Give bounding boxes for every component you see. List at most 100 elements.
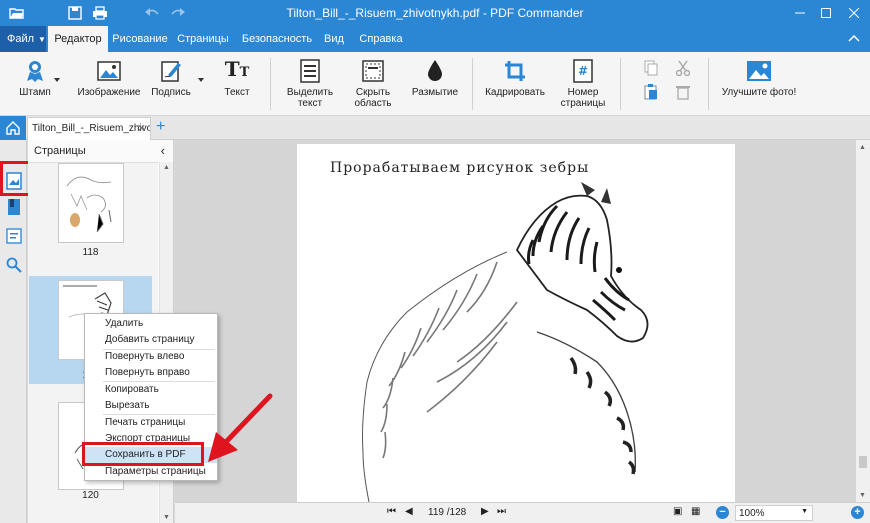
maximize-button[interactable]	[815, 3, 837, 23]
text-button[interactable]: TT Текст	[216, 58, 258, 114]
grid-view-icon[interactable]: ▦	[691, 506, 700, 517]
notes-icon[interactable]	[5, 227, 23, 245]
hide-area-icon	[360, 58, 386, 84]
page-number-label-line2: страницы	[560, 98, 606, 109]
select-text-label-line1: Выделить	[286, 87, 334, 98]
collapse-ribbon-icon[interactable]	[846, 31, 862, 47]
file-menu-button[interactable]: Файл ▼	[0, 26, 46, 52]
close-tab-icon[interactable]: ✕	[137, 122, 146, 135]
hide-area-label-line2: область	[354, 98, 392, 109]
page-label: 120	[82, 490, 99, 501]
scissors-icon[interactable]	[675, 60, 691, 79]
select-text-label-line2: текст	[297, 98, 323, 109]
signature-dropdown-icon[interactable]	[198, 78, 204, 82]
tab-drawing[interactable]: Рисование	[110, 26, 170, 52]
ribbon-separator	[270, 58, 271, 110]
document-tab[interactable]: Tilton_Bill_-_Risuem_zhivo ✕	[27, 117, 151, 140]
add-tab-button[interactable]: +	[156, 119, 165, 135]
image-button[interactable]: Изображение	[76, 58, 142, 114]
stamp-dropdown-icon[interactable]	[54, 78, 60, 82]
zoom-out-button[interactable]: −	[716, 506, 729, 519]
tab-view[interactable]: Вид	[320, 26, 348, 52]
svg-text:#: #	[578, 64, 588, 78]
zebra-illustration	[362, 182, 649, 502]
improve-photo-button[interactable]: Улучшите фото!	[720, 58, 798, 114]
menu-item-page-settings[interactable]: Параметры страницы	[85, 464, 217, 480]
page-heading: Прорабатываем рисунок зебры	[330, 160, 590, 176]
menu-item-copy[interactable]: Копировать	[85, 382, 217, 398]
crop-button[interactable]: Кадрировать	[482, 58, 548, 114]
menu-item-print-page[interactable]: Печать страницы	[85, 415, 217, 431]
ribbon-separator	[620, 58, 621, 110]
menu-item-delete[interactable]: Удалить	[85, 316, 217, 332]
select-text-icon	[297, 58, 323, 84]
annotation-arrow-icon	[208, 393, 273, 462]
text-label: Текст	[224, 87, 250, 98]
collapse-panel-icon[interactable]: ‹	[161, 140, 165, 162]
menu-item-add-page[interactable]: Добавить страницу	[85, 332, 217, 348]
signature-icon	[158, 58, 184, 84]
home-button[interactable]	[0, 116, 26, 140]
crop-label: Кадрировать	[485, 87, 545, 98]
page-label: 118	[82, 247, 99, 258]
menu-item-cut[interactable]: Вырезать	[85, 398, 217, 414]
stamp-button[interactable]: Штамп	[12, 58, 58, 114]
ribbon-separator	[472, 58, 473, 110]
pages-panel-title: Страницы	[34, 145, 86, 157]
copy-icon[interactable]	[644, 60, 658, 79]
page-number-icon: #	[570, 58, 596, 84]
scrollbar-thumb[interactable]	[859, 456, 867, 468]
tab-help[interactable]: Справка	[358, 26, 404, 52]
document-scrollbar[interactable]: ▲ ▼	[856, 140, 870, 502]
close-window-button[interactable]	[843, 3, 865, 23]
stamp-icon	[22, 58, 48, 84]
menu-item-rotate-left[interactable]: Повернуть влево	[85, 349, 217, 365]
image-icon	[96, 58, 122, 84]
scroll-down-icon[interactable]: ▼	[859, 492, 866, 499]
current-page-input[interactable]: 119	[428, 507, 444, 518]
scroll-up-icon[interactable]: ▲	[163, 164, 170, 171]
zoom-in-button[interactable]: +	[851, 506, 864, 519]
annotation-highlight-box	[82, 442, 204, 466]
signature-button[interactable]: Подпись	[148, 58, 194, 114]
paste-icon[interactable]	[644, 84, 658, 103]
status-bar: ⏮ ◀ 119 /128 ▶ ⏭ ▣ ▦ − 100% ▼ +	[175, 502, 870, 523]
zoom-select[interactable]: 100% ▼	[735, 505, 813, 521]
next-page-icon[interactable]: ▶	[481, 506, 489, 517]
last-page-icon[interactable]: ⏭	[497, 506, 506, 517]
image-label: Изображение	[77, 87, 141, 98]
menu-item-rotate-right[interactable]: Повернуть вправо	[85, 365, 217, 381]
crop-icon	[502, 58, 528, 84]
blur-label: Размытие	[411, 87, 459, 98]
photo-icon	[746, 58, 772, 84]
file-menu-label: Файл	[7, 33, 35, 45]
single-page-view-icon[interactable]: ▣	[673, 506, 682, 517]
menu-tab-bar: Файл ▼ Редактор Рисование Страницы Безоп…	[0, 26, 870, 52]
minimize-button[interactable]	[789, 3, 811, 23]
prev-page-icon[interactable]: ◀	[405, 506, 413, 517]
blur-button[interactable]: Размытие	[408, 58, 462, 114]
window-title: Tilton_Bill_-_Risuem_zhivotnykh.pdf - PD…	[286, 6, 584, 20]
delete-icon[interactable]	[676, 84, 690, 103]
improve-photo-label: Улучшите фото!	[721, 87, 797, 98]
hide-area-button[interactable]: Скрыть область	[346, 58, 400, 114]
stamp-label: Штамп	[19, 87, 51, 98]
search-icon[interactable]	[5, 256, 23, 274]
total-pages: /128	[446, 507, 467, 518]
tab-pages[interactable]: Страницы	[174, 26, 232, 52]
ribbon-separator	[708, 58, 709, 110]
scroll-down-icon[interactable]: ▼	[163, 514, 170, 521]
document-tab-title: Tilton_Bill_-_Risuem_zhivo	[32, 123, 151, 134]
page-thumbnail[interactable]: 118	[29, 163, 152, 271]
home-icon	[6, 121, 20, 135]
tab-editor[interactable]: Редактор	[48, 26, 108, 52]
scroll-up-icon[interactable]: ▲	[859, 144, 866, 151]
tab-security[interactable]: Безопасность	[240, 26, 314, 52]
select-text-button[interactable]: Выделить текст	[282, 58, 338, 114]
page-number-button[interactable]: # Номер страницы	[556, 58, 610, 114]
left-tool-column	[0, 140, 27, 523]
ribbon-toolbar: Штамп Изображение Подпись TT Текст Выдел…	[0, 52, 870, 116]
first-page-icon[interactable]: ⏮	[387, 506, 396, 517]
bookmarks-icon[interactable]	[5, 198, 23, 216]
thumbnail-image	[58, 163, 124, 243]
